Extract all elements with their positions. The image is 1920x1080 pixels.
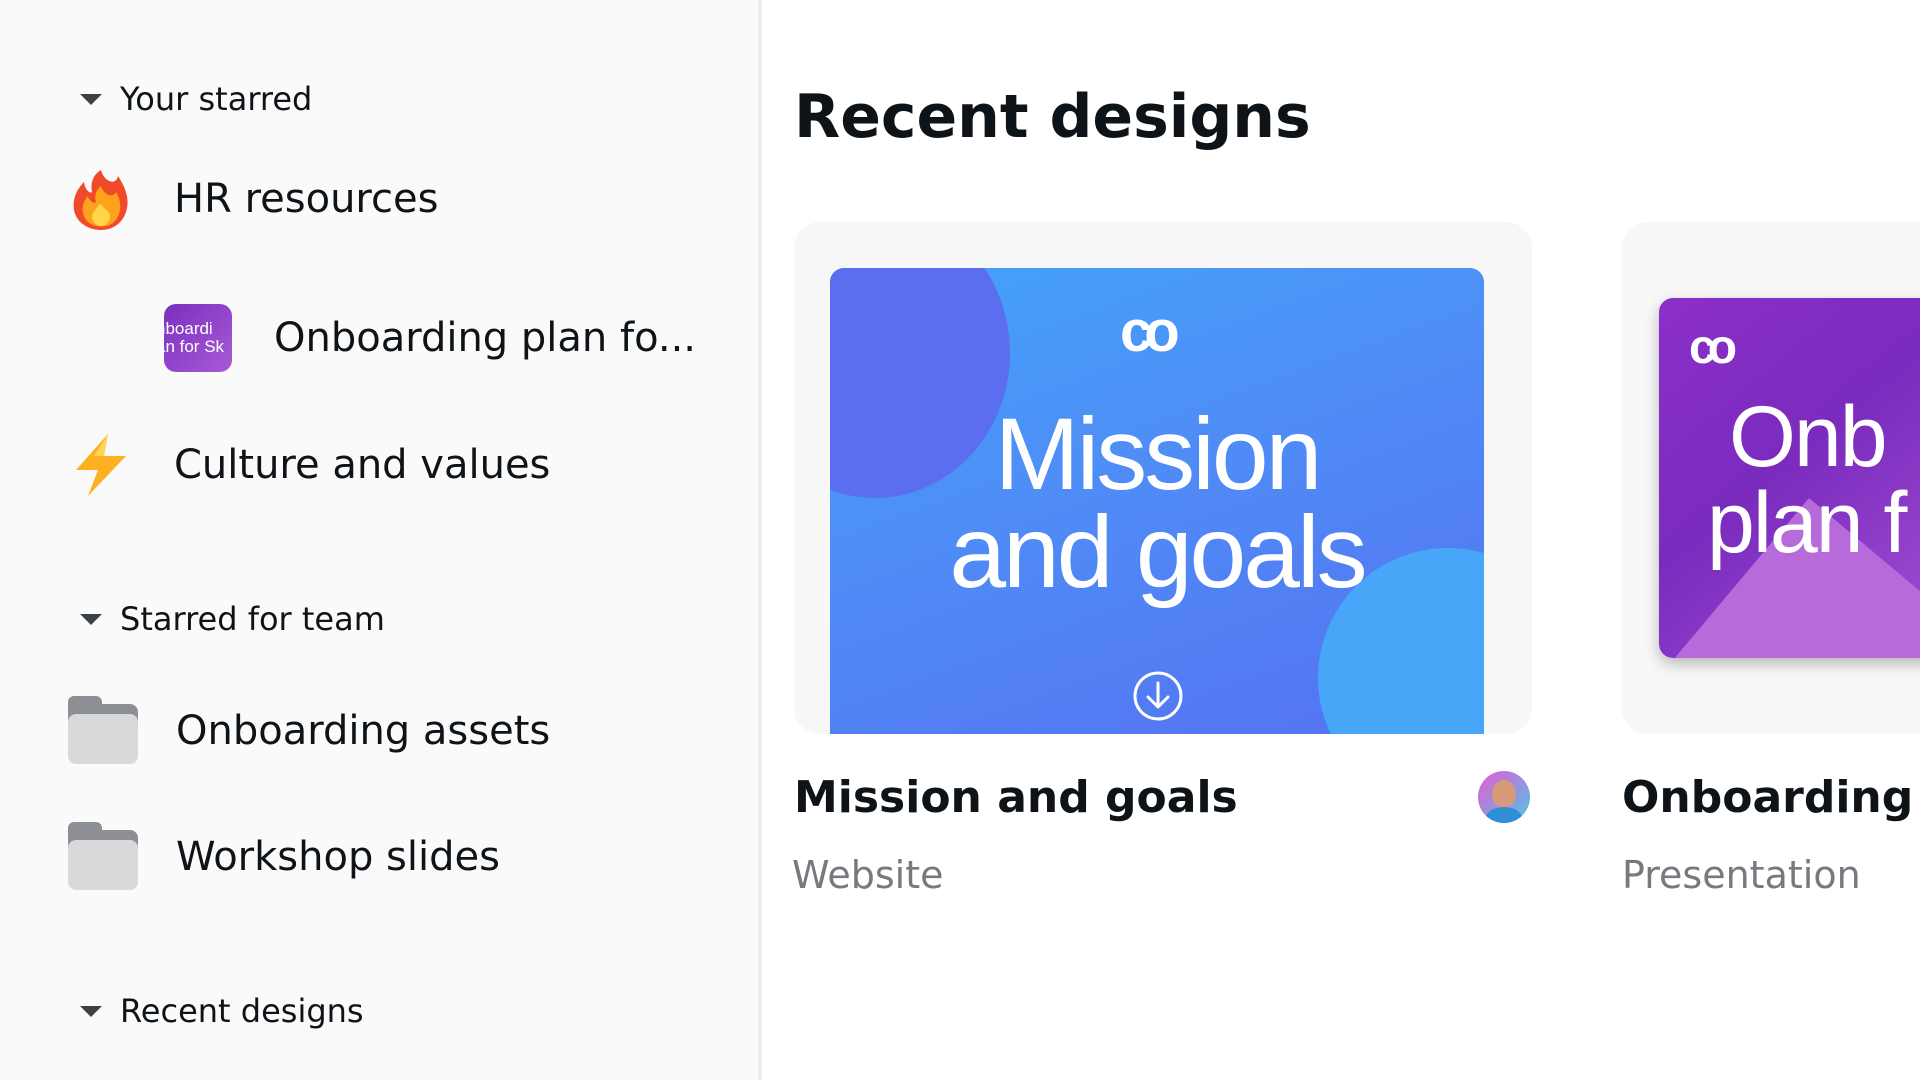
brand-logo: co xyxy=(1689,321,1737,374)
sidebar-item-label: Onboarding assets xyxy=(176,708,551,754)
brand-logo: co xyxy=(1120,299,1180,364)
folder-icon xyxy=(68,696,138,766)
section-header-your-starred[interactable]: Your starred xyxy=(80,80,312,118)
caret-down-icon xyxy=(80,93,102,105)
section-header-label: Recent designs xyxy=(120,992,364,1030)
card-title[interactable]: Onboarding p xyxy=(1622,772,1920,823)
card-title[interactable]: Mission and goals xyxy=(794,772,1238,823)
sidebar: Your starred HR resources nboardi an for… xyxy=(0,0,762,1080)
sidebar-item-onboarding-plan[interactable]: nboardi an for Sk Onboarding plan fo... xyxy=(164,304,696,372)
sidebar-item-label: Workshop slides xyxy=(176,834,500,880)
thumbnail-text: nboardi xyxy=(164,319,213,338)
preview-heading-line: plan f xyxy=(1707,475,1907,571)
caret-down-icon xyxy=(80,1005,102,1017)
sidebar-item-label: HR resources xyxy=(174,176,439,222)
preview-heading-line: Mission xyxy=(994,397,1323,511)
sidebar-item-label: Onboarding plan fo... xyxy=(274,315,696,361)
folder-icon xyxy=(68,822,138,892)
avatar[interactable] xyxy=(1478,771,1530,823)
sidebar-item-hr-resources[interactable]: HR resources xyxy=(68,166,438,232)
lightning-icon xyxy=(68,432,134,498)
section-header-label: Starred for team xyxy=(120,600,385,638)
sidebar-item-label: Culture and values xyxy=(174,442,551,488)
sidebar-item-culture-and-values[interactable]: Culture and values xyxy=(68,432,550,498)
section-header-recent-designs[interactable]: Recent designs xyxy=(80,992,364,1030)
card-type: Website xyxy=(792,853,944,897)
design-thumbnail: nboardi an for Sk xyxy=(164,304,232,372)
design-preview-onboarding-plan[interactable]: co Onb plan f xyxy=(1659,298,1920,658)
design-preview-mission-and-goals[interactable]: co Mission and goals xyxy=(830,268,1484,734)
page-title: Recent designs xyxy=(794,82,1311,152)
card-type: Presentation xyxy=(1622,853,1861,897)
sidebar-item-onboarding-assets[interactable]: Onboarding assets xyxy=(68,696,550,766)
caret-down-icon xyxy=(80,613,102,625)
section-header-label: Your starred xyxy=(120,80,313,118)
preview-heading-line: and goals xyxy=(949,495,1367,609)
section-header-starred-for-team[interactable]: Starred for team xyxy=(80,600,385,638)
sidebar-item-workshop-slides[interactable]: Workshop slides xyxy=(68,822,500,892)
download-arrow-icon[interactable] xyxy=(1132,670,1184,722)
fire-icon xyxy=(68,166,134,232)
thumbnail-text: an for Sk xyxy=(164,337,225,356)
preview-heading-line: Onb xyxy=(1729,389,1888,485)
